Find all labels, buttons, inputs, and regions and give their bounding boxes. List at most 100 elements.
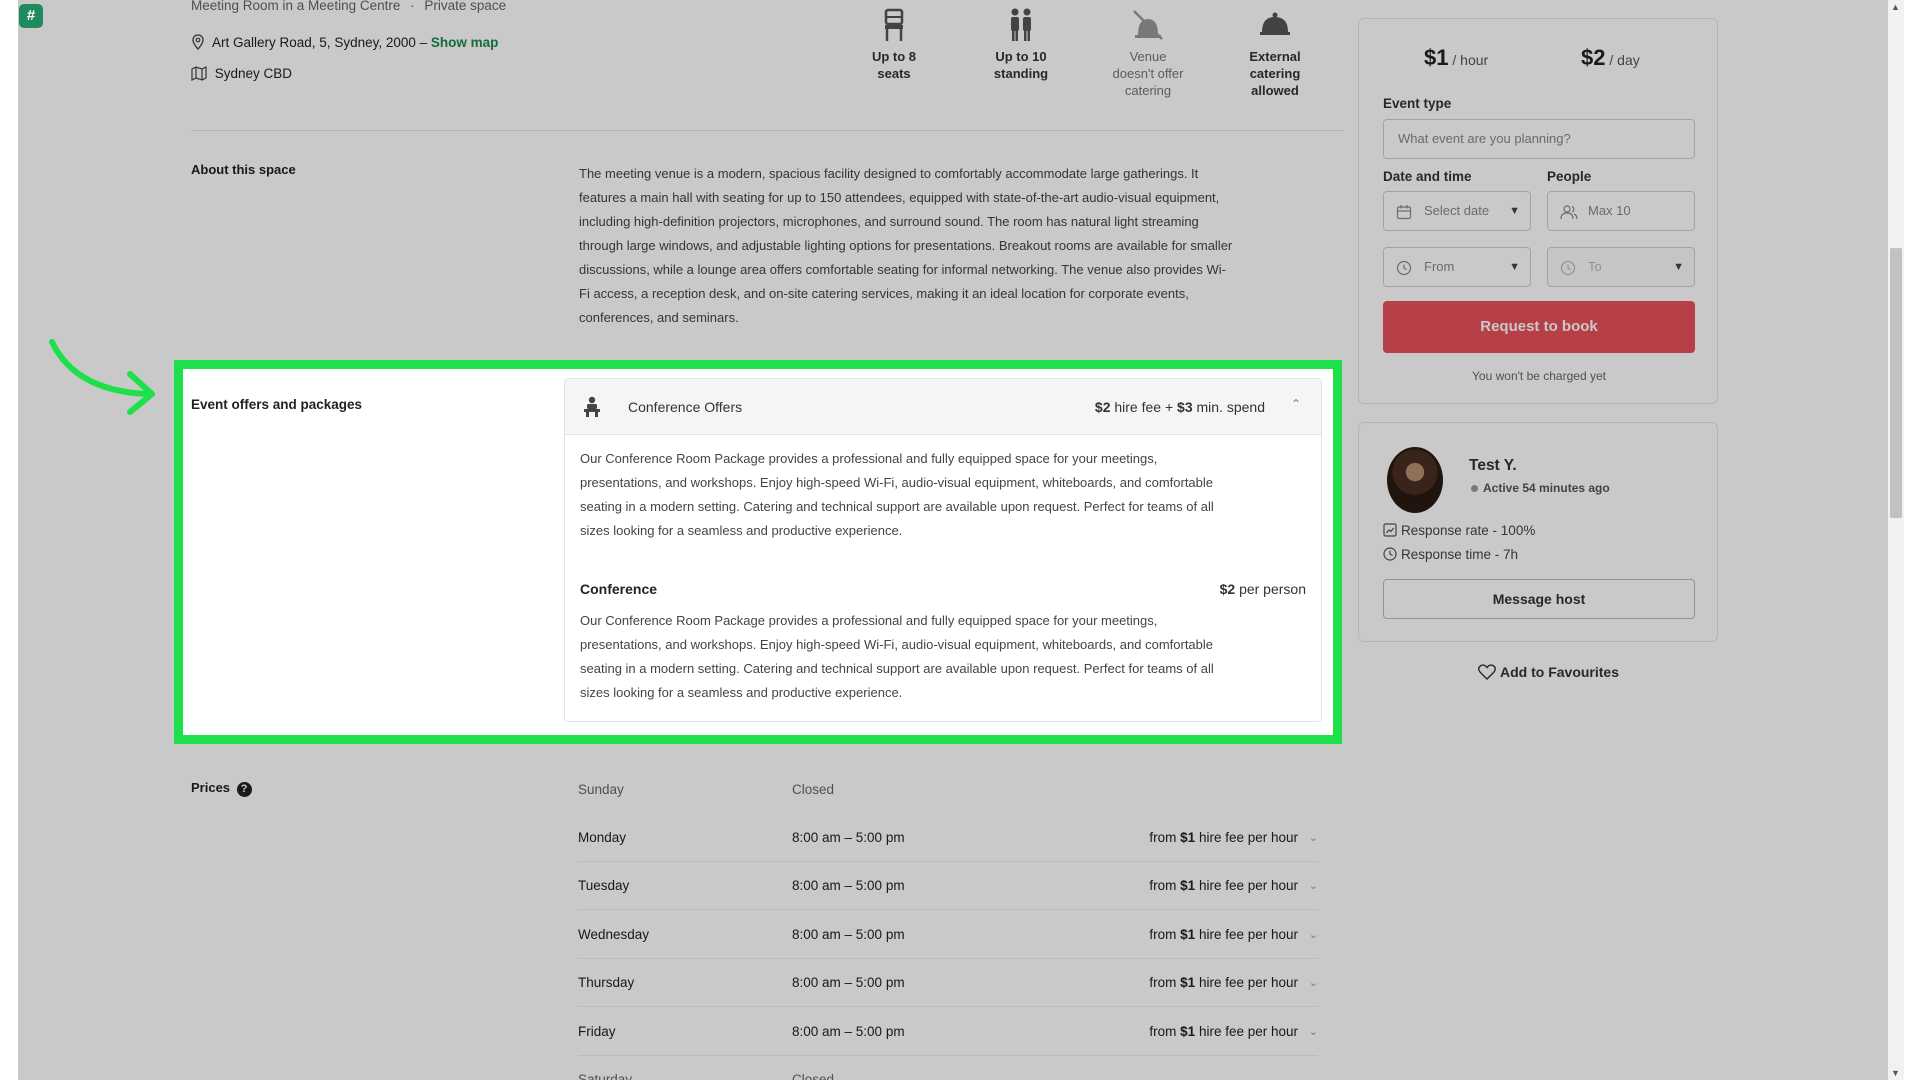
from-time-dropdown[interactable]: From ▼ <box>1383 247 1531 287</box>
host-status: Active 54 minutes ago <box>1471 481 1610 495</box>
feature-standing: Up to 10 standing <box>966 8 1076 82</box>
chevron-down-icon[interactable]: ⌄ <box>1309 959 1318 1007</box>
min-spend-amount: $3 <box>1177 399 1193 415</box>
price-day: Friday <box>578 1024 616 1039</box>
price-row-friday[interactable]: Friday 8:00 am – 5:00 pm from $1 hire fe… <box>578 1008 1318 1056</box>
address-dash: – <box>419 35 428 50</box>
price-row-thursday[interactable]: Thursday 8:00 am – 5:00 pm from $1 hire … <box>578 959 1318 1007</box>
response-rate-text: Response rate - 100% <box>1401 523 1536 538</box>
hourly-price: $1 / hour <box>1424 45 1488 71</box>
favourites-text: Add to Favourites <box>1500 664 1620 680</box>
price-fee: from $1 hire fee per hour <box>1149 862 1298 910</box>
price-fee: from $1 hire fee per hour <box>1149 911 1298 959</box>
feature-line: Venue <box>1129 49 1167 64</box>
price-hours: 8:00 am – 5:00 pm <box>792 878 905 893</box>
show-map-link[interactable]: Show map <box>431 35 499 50</box>
price-amount: $1 <box>1180 878 1196 893</box>
event-type-input[interactable]: What event are you planning? <box>1383 119 1695 159</box>
area-line: Sydney CBD <box>191 66 292 81</box>
message-host-button[interactable]: Message host <box>1383 579 1695 619</box>
chevron-down-icon: ▼ <box>1673 261 1684 273</box>
package-pricing: $2 hire fee + $3 min. spend <box>1095 399 1265 415</box>
row-divider <box>578 909 1318 910</box>
price-hours: 8:00 am – 5:00 pm <box>792 927 905 942</box>
price-fee: from $1 hire fee per hour <box>1149 1008 1298 1056</box>
text-line: discussions, while a lounge area offers … <box>579 262 1226 277</box>
text-line: sizes looking for a seamless and product… <box>580 523 903 538</box>
no-catering-icon <box>1133 10 1163 40</box>
max-people-text: Max 10 <box>1588 203 1631 218</box>
conference-person-icon <box>584 396 600 417</box>
map-icon <box>191 66 207 81</box>
scroll-down-icon[interactable]: ▼ <box>1891 1068 1900 1078</box>
text-line: Our Conference Room Package provides a p… <box>580 613 1158 628</box>
text-line: through large windows, and adjustable li… <box>579 238 1233 253</box>
text-line: Our Conference Room Package provides a p… <box>580 451 1158 466</box>
price-hours: 8:00 am – 5:00 pm <box>792 1024 905 1039</box>
text-line: The meeting venue is a modern, spacious … <box>579 166 1199 181</box>
separator: · <box>410 0 415 13</box>
help-icon[interactable]: ? <box>236 782 252 797</box>
package-name: Conference Offers <box>628 399 743 415</box>
hire-fee-amount: $2 <box>1094 399 1111 415</box>
hourly-price-amount: $1 <box>1424 45 1449 70</box>
feature-line: standing <box>993 66 1049 81</box>
add-to-favourites[interactable]: Add to Favourites <box>1478 664 1619 680</box>
vertical-scrollbar[interactable]: ▲ ▼ <box>1888 0 1904 1080</box>
chevron-down-icon[interactable]: ⌄ <box>1309 814 1318 862</box>
price-row-wednesday[interactable]: Wednesday 8:00 am – 5:00 pm from $1 hire… <box>578 911 1318 959</box>
location-pin-icon <box>192 34 204 50</box>
to-text: To <box>1588 259 1602 274</box>
offer-item-price-amount: $2 <box>1219 581 1236 597</box>
clock-icon <box>1560 260 1576 276</box>
standing-people-icon <box>1011 8 1031 41</box>
scroll-up-icon[interactable]: ▲ <box>1891 2 1900 12</box>
price-day: Tuesday <box>578 878 630 893</box>
daily-price: $2 / day <box>1581 45 1640 71</box>
chevron-down-icon[interactable]: ⌄ <box>1309 862 1318 910</box>
chevron-up-icon[interactable]: ⌃ <box>1291 397 1301 411</box>
price-row-tuesday[interactable]: Tuesday 8:00 am – 5:00 pm from $1 hire f… <box>578 862 1318 910</box>
offer-item-description: Our Conference Room Package provides a p… <box>580 609 1315 705</box>
price-from: from <box>1149 878 1177 893</box>
price-from: from <box>1149 1024 1177 1039</box>
chair-icon <box>884 8 904 41</box>
price-row-saturday: Saturday Closed <box>578 1056 1318 1080</box>
offers-title: Event offers and packages <box>191 397 363 412</box>
price-from: from <box>1149 975 1177 990</box>
heart-icon <box>1478 664 1496 680</box>
from-text: From <box>1424 259 1455 274</box>
select-date-dropdown[interactable]: Select date ▼ <box>1383 191 1531 231</box>
text-line: presentations, and workshops. Enjoy high… <box>580 475 1214 490</box>
price-suffix: hire fee per hour <box>1198 975 1298 990</box>
price-amount: $1 <box>1180 975 1196 990</box>
app-logo-icon[interactable]: # <box>19 4 43 28</box>
clock-icon <box>1396 260 1412 276</box>
offer-package-header[interactable]: Conference Offers $2 hire fee + $3 min. … <box>565 379 1321 435</box>
address-line: Art Gallery Road, 5, Sydney, 2000 – Show… <box>191 34 498 50</box>
text-line: seating in a modern setting. Catering an… <box>580 499 1214 514</box>
price-day: Saturday <box>578 1072 633 1080</box>
host-status-text: Active 54 minutes ago <box>1483 481 1610 495</box>
response-rate: Response rate - 100% <box>1383 523 1535 538</box>
calendar-icon <box>1396 205 1412 220</box>
select-date-text: Select date <box>1424 203 1490 218</box>
price-hours: 8:00 am – 5:00 pm <box>792 975 905 990</box>
price-fee: from $1 hire fee per hour <box>1149 959 1298 1007</box>
people-input[interactable]: Max 10 <box>1547 191 1695 231</box>
status-dot-icon <box>1471 485 1478 492</box>
chevron-down-icon[interactable]: ⌄ <box>1309 911 1318 959</box>
host-card: Test Y. Active 54 minutes ago Response r… <box>1358 422 1718 642</box>
row-divider <box>578 1006 1318 1007</box>
offer-package-card: Conference Offers $2 hire fee + $3 min. … <box>564 378 1322 722</box>
not-charged-note: You won't be charged yet <box>1472 369 1606 383</box>
chevron-down-icon[interactable]: ⌄ <box>1309 1008 1318 1056</box>
request-to-book-button[interactable]: Request to book <box>1383 301 1695 353</box>
feature-line: Up to 10 <box>995 49 1047 64</box>
price-row-monday[interactable]: Monday 8:00 am – 5:00 pm from $1 hire fe… <box>578 814 1318 862</box>
scrollbar-thumb[interactable] <box>1890 248 1902 518</box>
text-line: seating in a modern setting. Catering an… <box>580 661 1214 676</box>
to-time-dropdown[interactable]: To ▼ <box>1547 247 1695 287</box>
people-label: People <box>1547 169 1592 184</box>
daily-price-unit: / day <box>1609 52 1640 68</box>
